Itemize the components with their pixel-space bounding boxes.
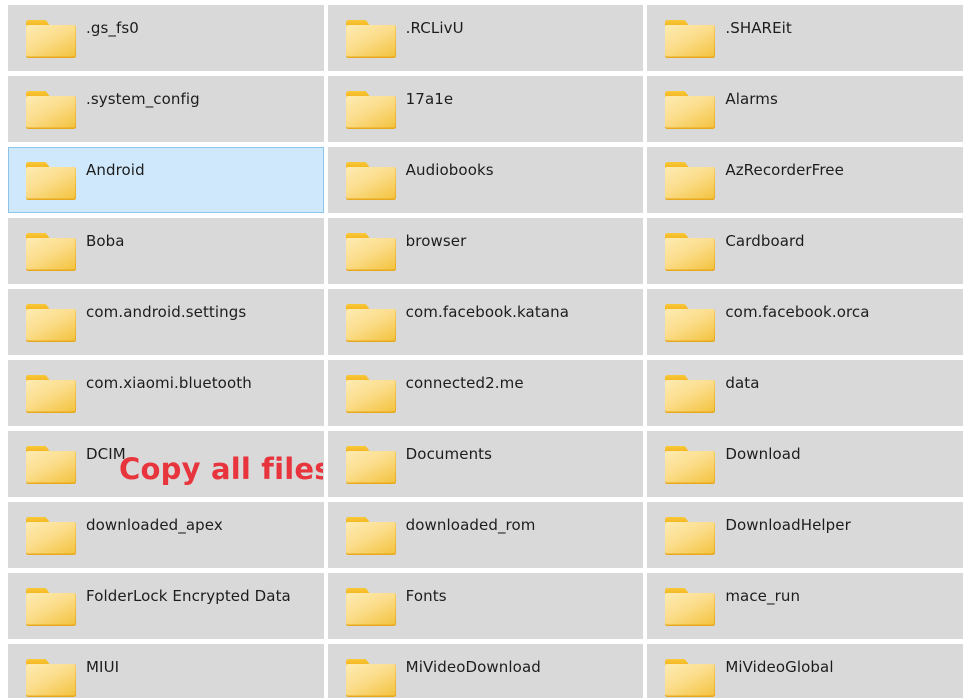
folder-name-label: Boba	[86, 232, 125, 250]
folder-row[interactable]: browser	[327, 218, 644, 284]
folder-name-label: browser	[405, 232, 467, 250]
folder-name-label: Cardboard	[725, 232, 805, 250]
folder-row[interactable]: AzRecorderFree	[647, 147, 963, 213]
folder-name-label: Alarms	[725, 90, 778, 108]
folder-icon	[23, 228, 80, 276]
folder-name-label: mace_run	[725, 587, 801, 605]
folder-row[interactable]: MiVideoGlobal	[647, 644, 963, 698]
folder-icon	[343, 157, 400, 205]
folder-icon	[23, 583, 80, 631]
folder-row[interactable]: com.android.settings	[8, 289, 324, 355]
folder-row[interactable]: .SHAREit	[647, 5, 963, 71]
folder-row[interactable]: com.xiaomi.bluetooth	[8, 360, 324, 426]
folder-icon	[343, 654, 400, 698]
folder-row[interactable]: Audiobooks	[327, 147, 644, 213]
folder-icon	[343, 512, 400, 560]
folder-name-label: FolderLock Encrypted Data	[86, 587, 291, 605]
folder-name-label: Documents	[405, 445, 493, 463]
folder-row[interactable]: MiVideoDownload	[327, 644, 644, 698]
folder-name-label: downloaded_rom	[405, 516, 536, 534]
folder-row[interactable]: downloaded_apex	[8, 502, 324, 568]
folder-row[interactable]: mace_run	[647, 573, 963, 639]
folder-row[interactable]: .RCLivU	[327, 5, 644, 71]
folder-icon	[662, 370, 719, 418]
folder-row[interactable]: com.facebook.orca	[647, 289, 963, 355]
folder-row[interactable]: MIUI	[8, 644, 324, 698]
folder-icon	[23, 299, 80, 347]
folder-icon	[662, 157, 719, 205]
folder-icon	[23, 370, 80, 418]
folder-icon	[343, 228, 400, 276]
folder-icon	[343, 583, 400, 631]
folder-row[interactable]: Android	[8, 147, 324, 213]
folder-icon	[343, 299, 400, 347]
folder-name-label: data	[725, 374, 760, 392]
folder-icon	[662, 299, 719, 347]
folder-icon	[662, 15, 719, 63]
folder-icon	[662, 86, 719, 134]
folder-name-label: 17a1e	[405, 90, 454, 108]
folder-name-label: Audiobooks	[405, 161, 494, 179]
folder-row[interactable]: com.facebook.katana	[327, 289, 644, 355]
folder-name-label: downloaded_apex	[86, 516, 223, 534]
folder-icon	[662, 228, 719, 276]
folder-name-label: MiVideoGlobal	[725, 658, 834, 676]
folder-name-label: .system_config	[86, 90, 200, 108]
folder-row[interactable]: data	[647, 360, 963, 426]
folder-row[interactable]: .system_config	[8, 76, 324, 142]
folder-row[interactable]: DCIM Copy all files	[8, 431, 324, 497]
folder-icon	[662, 441, 719, 489]
folder-name-label: Android	[86, 161, 145, 179]
folder-name-label: .RCLivU	[405, 19, 464, 37]
folder-icon	[23, 654, 80, 698]
folder-row[interactable]: connected2.me	[327, 360, 644, 426]
folder-name-label: com.xiaomi.bluetooth	[86, 374, 252, 392]
copy-all-files-annotation: Copy all files	[119, 452, 324, 486]
folder-row[interactable]: Download	[647, 431, 963, 497]
folder-icon	[23, 15, 80, 63]
folder-name-label: Fonts	[405, 587, 447, 605]
folder-icon	[662, 654, 719, 698]
folder-name-label: Download	[725, 445, 801, 463]
folder-icon	[662, 512, 719, 560]
folder-icon	[23, 512, 80, 560]
folder-row[interactable]: DownloadHelper	[647, 502, 963, 568]
folder-row[interactable]: Cardboard	[647, 218, 963, 284]
folder-icon	[343, 370, 400, 418]
folder-icon	[662, 583, 719, 631]
folder-icon	[343, 441, 400, 489]
folder-row[interactable]: Fonts	[327, 573, 644, 639]
folder-row[interactable]: Alarms	[647, 76, 963, 142]
folder-row[interactable]: Boba	[8, 218, 324, 284]
folder-name-label: com.android.settings	[86, 303, 247, 321]
folder-name-label: MiVideoDownload	[405, 658, 541, 676]
folder-name-label: MIUI	[86, 658, 120, 676]
folder-row[interactable]: downloaded_rom	[327, 502, 644, 568]
folder-row[interactable]: Documents	[327, 431, 644, 497]
folder-icon	[23, 441, 80, 489]
folder-name-label: com.facebook.katana	[405, 303, 570, 321]
folder-icon	[343, 86, 400, 134]
folder-row[interactable]: FolderLock Encrypted Data	[8, 573, 324, 639]
folder-name-label: com.facebook.orca	[725, 303, 870, 321]
folder-row[interactable]: .gs_fs0	[8, 5, 324, 71]
folder-row[interactable]: 17a1e	[327, 76, 644, 142]
folder-icon	[23, 86, 80, 134]
folder-grid[interactable]: .gs_fs0 .RCLivU .SHAREit .system_config …	[0, 0, 971, 698]
folder-icon	[343, 15, 400, 63]
folder-name-label: DownloadHelper	[725, 516, 851, 534]
folder-name-label: connected2.me	[405, 374, 524, 392]
folder-name-label: .gs_fs0	[86, 19, 139, 37]
folder-name-label: AzRecorderFree	[725, 161, 844, 179]
folder-name-label: .SHAREit	[725, 19, 792, 37]
folder-icon	[23, 157, 80, 205]
